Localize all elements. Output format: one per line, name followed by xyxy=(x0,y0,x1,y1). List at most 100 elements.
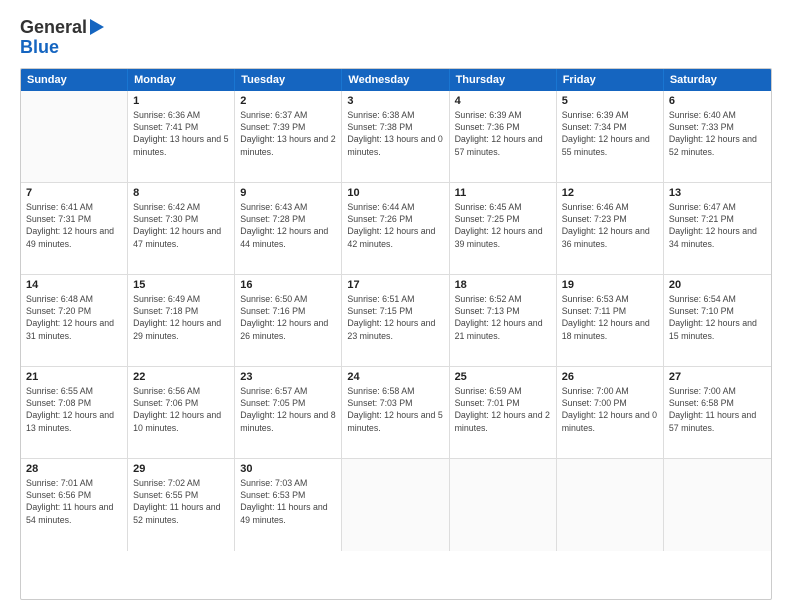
day-info: Sunrise: 7:02 AMSunset: 6:55 PMDaylight:… xyxy=(133,477,229,526)
day-number: 2 xyxy=(240,95,336,107)
day-info: Sunrise: 6:46 AMSunset: 7:23 PMDaylight:… xyxy=(562,201,658,250)
calendar-cell: 23 Sunrise: 6:57 AMSunset: 7:05 PMDayligh… xyxy=(235,367,342,458)
day-number: 23 xyxy=(240,371,336,383)
logo: General Blue xyxy=(20,18,104,58)
calendar-cell: 1 Sunrise: 6:36 AMSunset: 7:41 PMDaylight… xyxy=(128,91,235,182)
day-number: 12 xyxy=(562,187,658,199)
calendar: SundayMondayTuesdayWednesdayThursdayFrid… xyxy=(20,68,772,600)
day-info: Sunrise: 6:55 AMSunset: 7:08 PMDaylight:… xyxy=(26,385,122,434)
day-info: Sunrise: 6:58 AMSunset: 7:03 PMDaylight:… xyxy=(347,385,443,434)
calendar-cell: 11 Sunrise: 6:45 AMSunset: 7:25 PMDayligh… xyxy=(450,183,557,274)
logo-arrow-icon xyxy=(90,19,104,35)
calendar-cell: 3 Sunrise: 6:38 AMSunset: 7:38 PMDaylight… xyxy=(342,91,449,182)
page-header: General Blue xyxy=(20,18,772,58)
header-day-thursday: Thursday xyxy=(450,69,557,91)
day-number: 5 xyxy=(562,95,658,107)
day-info: Sunrise: 6:57 AMSunset: 7:05 PMDaylight:… xyxy=(240,385,336,434)
day-number: 28 xyxy=(26,463,122,475)
calendar-row-4: 21Sunrise: 6:55 AMSunset: 7:08 PMDayligh… xyxy=(21,367,771,459)
calendar-cell xyxy=(450,459,557,551)
day-info: Sunrise: 7:00 AMSunset: 7:00 PMDaylight:… xyxy=(562,385,658,434)
day-info: Sunrise: 6:37 AMSunset: 7:39 PMDaylight:… xyxy=(240,109,336,158)
calendar-cell xyxy=(557,459,664,551)
header-day-sunday: Sunday xyxy=(21,69,128,91)
day-info: Sunrise: 6:39 AMSunset: 7:36 PMDaylight:… xyxy=(455,109,551,158)
day-info: Sunrise: 6:45 AMSunset: 7:25 PMDaylight:… xyxy=(455,201,551,250)
day-number: 16 xyxy=(240,279,336,291)
day-number: 15 xyxy=(133,279,229,291)
calendar-cell: 5 Sunrise: 6:39 AMSunset: 7:34 PMDaylight… xyxy=(557,91,664,182)
day-number: 29 xyxy=(133,463,229,475)
day-info: Sunrise: 6:56 AMSunset: 7:06 PMDaylight:… xyxy=(133,385,229,434)
calendar-cell: 7Sunrise: 6:41 AMSunset: 7:31 PMDaylight… xyxy=(21,183,128,274)
calendar-cell: 9 Sunrise: 6:43 AMSunset: 7:28 PMDaylight… xyxy=(235,183,342,274)
day-number: 19 xyxy=(562,279,658,291)
header-day-monday: Monday xyxy=(128,69,235,91)
day-number: 1 xyxy=(133,95,229,107)
calendar-row-2: 7Sunrise: 6:41 AMSunset: 7:31 PMDaylight… xyxy=(21,183,771,275)
day-info: Sunrise: 6:39 AMSunset: 7:34 PMDaylight:… xyxy=(562,109,658,158)
day-number: 26 xyxy=(562,371,658,383)
calendar-cell: 12 Sunrise: 6:46 AMSunset: 7:23 PMDayligh… xyxy=(557,183,664,274)
day-number: 24 xyxy=(347,371,443,383)
day-info: Sunrise: 7:03 AMSunset: 6:53 PMDaylight:… xyxy=(240,477,336,526)
day-number: 8 xyxy=(133,187,229,199)
day-number: 11 xyxy=(455,187,551,199)
day-number: 4 xyxy=(455,95,551,107)
day-info: Sunrise: 6:59 AMSunset: 7:01 PMDaylight:… xyxy=(455,385,551,434)
calendar-cell: 14 Sunrise: 6:48 AMSunset: 7:20 PMDayligh… xyxy=(21,275,128,366)
day-info: Sunrise: 6:40 AMSunset: 7:33 PMDaylight:… xyxy=(669,109,766,158)
calendar-cell: 2 Sunrise: 6:37 AMSunset: 7:39 PMDaylight… xyxy=(235,91,342,182)
header-day-friday: Friday xyxy=(557,69,664,91)
day-number: 18 xyxy=(455,279,551,291)
day-info: Sunrise: 6:38 AMSunset: 7:38 PMDaylight:… xyxy=(347,109,443,158)
calendar-cell xyxy=(21,91,128,182)
calendar-cell: 4 Sunrise: 6:39 AMSunset: 7:36 PMDaylight… xyxy=(450,91,557,182)
day-info: Sunrise: 6:43 AMSunset: 7:28 PMDaylight:… xyxy=(240,201,336,250)
day-info: Sunrise: 6:42 AMSunset: 7:30 PMDaylight:… xyxy=(133,201,229,250)
calendar-cell: 26 Sunrise: 7:00 AMSunset: 7:00 PMDayligh… xyxy=(557,367,664,458)
calendar-cell: 25 Sunrise: 6:59 AMSunset: 7:01 PMDayligh… xyxy=(450,367,557,458)
calendar-cell: 19 Sunrise: 6:53 AMSunset: 7:11 PMDayligh… xyxy=(557,275,664,366)
day-number: 20 xyxy=(669,279,766,291)
day-info: Sunrise: 7:00 AMSunset: 6:58 PMDaylight:… xyxy=(669,385,766,434)
calendar-cell: 10Sunrise: 6:44 AMSunset: 7:26 PMDayligh… xyxy=(342,183,449,274)
day-info: Sunrise: 7:01 AMSunset: 6:56 PMDaylight:… xyxy=(26,477,122,526)
day-number: 13 xyxy=(669,187,766,199)
calendar-cell: 13 Sunrise: 6:47 AMSunset: 7:21 PMDayligh… xyxy=(664,183,771,274)
calendar-cell: 17Sunrise: 6:51 AMSunset: 7:15 PMDayligh… xyxy=(342,275,449,366)
day-info: Sunrise: 6:48 AMSunset: 7:20 PMDaylight:… xyxy=(26,293,122,342)
calendar-cell: 20 Sunrise: 6:54 AMSunset: 7:10 PMDayligh… xyxy=(664,275,771,366)
calendar-cell xyxy=(342,459,449,551)
day-number: 27 xyxy=(669,371,766,383)
day-number: 14 xyxy=(26,279,122,291)
calendar-cell: 24 Sunrise: 6:58 AMSunset: 7:03 PMDayligh… xyxy=(342,367,449,458)
calendar-header: SundayMondayTuesdayWednesdayThursdayFrid… xyxy=(21,69,771,91)
day-info: Sunrise: 6:36 AMSunset: 7:41 PMDaylight:… xyxy=(133,109,229,158)
day-info: Sunrise: 6:54 AMSunset: 7:10 PMDaylight:… xyxy=(669,293,766,342)
day-number: 3 xyxy=(347,95,443,107)
calendar-cell: 8 Sunrise: 6:42 AMSunset: 7:30 PMDaylight… xyxy=(128,183,235,274)
calendar-cell: 27 Sunrise: 7:00 AMSunset: 6:58 PMDayligh… xyxy=(664,367,771,458)
day-info: Sunrise: 6:53 AMSunset: 7:11 PMDaylight:… xyxy=(562,293,658,342)
calendar-cell: 22Sunrise: 6:56 AMSunset: 7:06 PMDayligh… xyxy=(128,367,235,458)
day-number: 25 xyxy=(455,371,551,383)
day-info: Sunrise: 6:47 AMSunset: 7:21 PMDaylight:… xyxy=(669,201,766,250)
day-info: Sunrise: 6:49 AMSunset: 7:18 PMDaylight:… xyxy=(133,293,229,342)
calendar-cell: 16Sunrise: 6:50 AMSunset: 7:16 PMDayligh… xyxy=(235,275,342,366)
header-day-saturday: Saturday xyxy=(664,69,771,91)
calendar-cell: 6Sunrise: 6:40 AMSunset: 7:33 PMDaylight… xyxy=(664,91,771,182)
logo-blue: Blue xyxy=(20,38,59,58)
calendar-body: 1 Sunrise: 6:36 AMSunset: 7:41 PMDaylight… xyxy=(21,91,771,551)
day-number: 9 xyxy=(240,187,336,199)
calendar-cell: 15 Sunrise: 6:49 AMSunset: 7:18 PMDayligh… xyxy=(128,275,235,366)
calendar-row-5: 28 Sunrise: 7:01 AMSunset: 6:56 PMDayligh… xyxy=(21,459,771,551)
calendar-cell: 28 Sunrise: 7:01 AMSunset: 6:56 PMDayligh… xyxy=(21,459,128,551)
logo-general: General xyxy=(20,18,87,38)
day-info: Sunrise: 6:44 AMSunset: 7:26 PMDaylight:… xyxy=(347,201,443,250)
calendar-row-3: 14 Sunrise: 6:48 AMSunset: 7:20 PMDayligh… xyxy=(21,275,771,367)
day-info: Sunrise: 6:52 AMSunset: 7:13 PMDaylight:… xyxy=(455,293,551,342)
calendar-cell: 18 Sunrise: 6:52 AMSunset: 7:13 PMDayligh… xyxy=(450,275,557,366)
calendar-cell: 30Sunrise: 7:03 AMSunset: 6:53 PMDayligh… xyxy=(235,459,342,551)
calendar-cell xyxy=(664,459,771,551)
